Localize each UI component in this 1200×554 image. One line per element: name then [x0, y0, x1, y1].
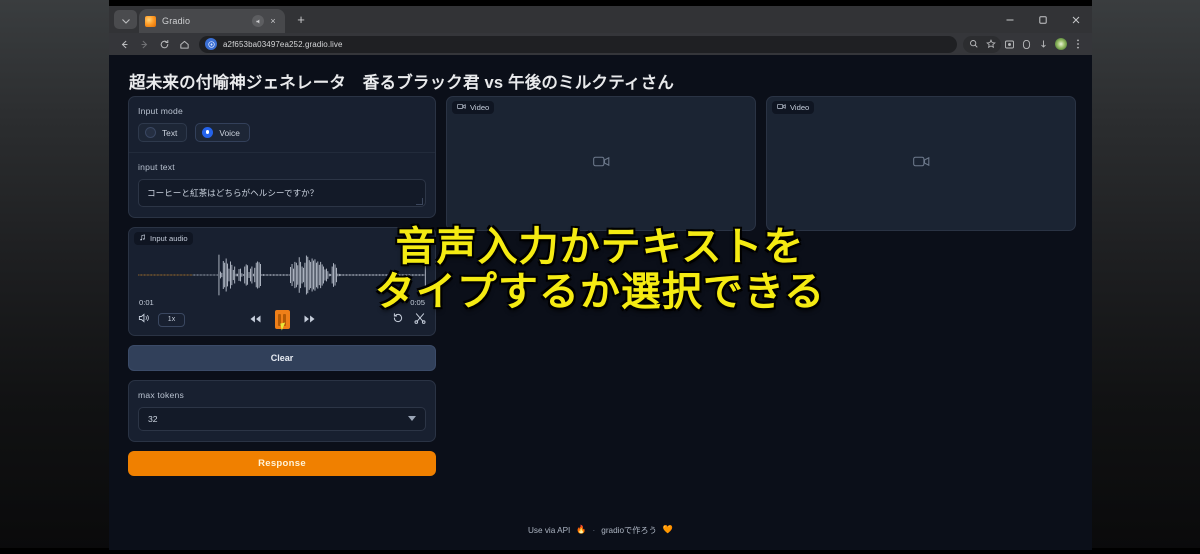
right-column: Video [766, 96, 1076, 231]
built-with-gradio-link[interactable]: gradioで作ろう [601, 524, 657, 536]
max-tokens-group: max tokens 32 [129, 381, 435, 441]
video-2-placeholder [767, 97, 1075, 230]
chevron-down-icon[interactable] [408, 416, 416, 421]
input-mode-group: Input mode Text Voice [129, 97, 435, 152]
waveform-svg [138, 254, 426, 296]
left-column: Input mode Text Voice input text コーヒーと紅茶… [128, 96, 436, 476]
radio-option-text[interactable]: Text [138, 123, 188, 142]
response-button-label: Response [258, 458, 306, 469]
toolbar-icons [963, 35, 1086, 53]
video-output-1[interactable]: Video [446, 96, 756, 231]
fast-forward-icon[interactable] [303, 311, 316, 329]
music-note-icon [139, 234, 146, 243]
gradio-favicon-icon [145, 15, 156, 27]
gradio-app: 超未来の付喻神ジェネレータ 香るブラック君 vs 午後のミルクティさん Inpu… [109, 55, 1092, 550]
rewind-icon[interactable] [249, 311, 262, 329]
address-bar[interactable]: a2f653ba03497ea252.gradio.live [199, 35, 957, 53]
use-via-api-link[interactable]: Use via API [528, 526, 570, 535]
clear-button[interactable]: Clear [128, 345, 436, 371]
video-1-placeholder [447, 97, 755, 230]
cast-icon[interactable] [1018, 36, 1035, 53]
window-maximize-button[interactable] [1026, 6, 1059, 33]
audio-time-row: 0:01 0:05 [139, 298, 425, 307]
desktop-right-letterbox [1092, 0, 1200, 554]
desktop-left-letterbox [0, 0, 109, 554]
radio-label-voice: Voice [219, 127, 240, 138]
audio-controls: 1x [138, 310, 426, 331]
audio-waveform[interactable] [138, 252, 426, 298]
radio-dot-icon [202, 127, 214, 138]
input-audio-player: Input audio ✕ 0:01 0:05 1x [128, 227, 436, 336]
omnibox-actions [963, 35, 1001, 53]
screen-capture: Gradio × + a2f653ba03497ea252.gradio.liv… [0, 0, 1200, 554]
window-minimize-button[interactable] [993, 6, 1026, 33]
max-tokens-dropdown[interactable]: 32 [138, 407, 426, 431]
max-tokens-panel: max tokens 32 [128, 380, 436, 442]
download-icon[interactable] [1035, 36, 1052, 53]
input-text-group: input text コーヒーと紅茶はどちらがヘルシーですか？ [129, 153, 435, 217]
audio-total-time: 0:05 [410, 298, 425, 307]
video-camera-icon [912, 155, 930, 173]
input-panel: Input mode Text Voice input text コーヒーと紅茶… [128, 96, 436, 218]
response-button[interactable]: Response [128, 451, 436, 476]
tab-search-button[interactable] [114, 10, 137, 29]
main-columns: Input mode Text Voice input text コーヒーと紅茶… [128, 96, 1076, 476]
page-title: 超未来の付喻神ジェネレータ 香るブラック君 vs 午後のミルクティさん [129, 74, 675, 92]
extension-puzzle-icon[interactable] [1001, 36, 1018, 53]
input-audio-close-icon[interactable]: ✕ [417, 233, 429, 245]
gradio-footer: Use via API 🔥 · gradioで作ろう 🧡 [109, 524, 1092, 536]
address-bar-url: a2f653ba03497ea252.gradio.live [223, 39, 343, 49]
api-flame-icon: 🔥 [576, 525, 587, 534]
input-text-label: input text [138, 162, 175, 172]
input-mode-radios: Text Voice [138, 123, 426, 142]
browser-toolbar: a2f653ba03497ea252.gradio.live [109, 33, 1092, 55]
input-audio-label: Input audio [150, 234, 188, 243]
middle-column: Video [446, 96, 756, 231]
clear-button-label: Clear [270, 353, 294, 363]
max-tokens-label: max tokens [138, 390, 184, 400]
radio-dot-icon [145, 127, 156, 138]
footer-separator: · [592, 525, 596, 535]
site-info-icon[interactable] [205, 38, 217, 50]
mouse-cursor-icon [279, 322, 287, 331]
input-text-value: コーヒーと紅茶はどちらがヘルシーですか？ [147, 188, 319, 198]
new-tab-button[interactable]: + [293, 12, 309, 28]
back-button[interactable] [115, 35, 133, 53]
chrome-menu-icon[interactable] [1069, 36, 1086, 53]
bookmark-star-icon[interactable] [982, 36, 999, 53]
radio-option-voice[interactable]: Voice [195, 123, 250, 142]
window-controls [993, 6, 1092, 33]
input-audio-label-chip: Input audio [134, 232, 193, 245]
video-camera-icon [592, 155, 610, 173]
resize-grip-icon[interactable] [416, 198, 423, 205]
browser-tab-strip: Gradio × + [109, 6, 1092, 33]
tab-title: Gradio [162, 16, 191, 26]
audio-transport-controls [138, 310, 426, 331]
max-tokens-value: 32 [148, 414, 158, 424]
window-close-button[interactable] [1059, 6, 1092, 33]
radio-label-text: Text [162, 127, 178, 138]
browser-tab-gradio[interactable]: Gradio × [139, 9, 285, 33]
video-output-2[interactable]: Video [766, 96, 1076, 231]
reload-button[interactable] [155, 35, 173, 53]
input-text-field[interactable]: コーヒーと紅茶はどちらがヘルシーですか？ [138, 179, 426, 207]
zoom-icon[interactable] [965, 36, 982, 53]
pause-button[interactable] [274, 310, 290, 331]
audio-current-time: 0:01 [139, 298, 154, 307]
profile-avatar[interactable] [1052, 36, 1069, 53]
tab-close-icon[interactable]: × [267, 15, 279, 27]
tab-audio-indicator-icon[interactable] [252, 15, 264, 27]
home-button[interactable] [175, 35, 193, 53]
avatar-image [1054, 38, 1067, 50]
forward-button[interactable] [135, 35, 153, 53]
input-mode-label: Input mode [138, 106, 183, 116]
browser-window: Gradio × + a2f653ba03497ea252.gradio.liv… [109, 6, 1092, 550]
heart-icon: 🧡 [662, 525, 673, 534]
chevron-down-icon [121, 11, 130, 29]
